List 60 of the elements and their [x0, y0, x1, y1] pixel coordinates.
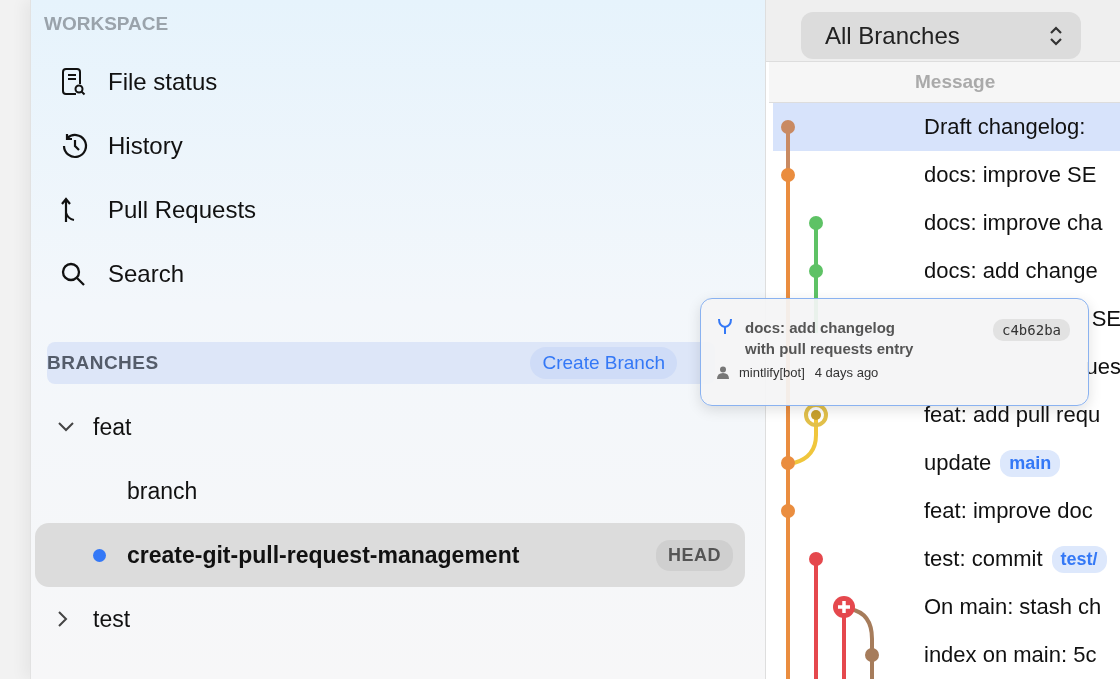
sidebar-item[interactable]: Search — [108, 260, 185, 288]
sidebar-item[interactable]: File status — [108, 68, 218, 96]
history-icon — [60, 132, 90, 160]
commit-node — [781, 168, 795, 182]
commit-message: index on main: 5c — [924, 642, 1097, 668]
commit-node — [809, 264, 823, 278]
commit-message: feat: improve doc — [924, 498, 1093, 524]
branch-name: feat — [93, 413, 132, 441]
current-dot — [93, 548, 106, 562]
up-down-chevron-icon — [1049, 24, 1063, 47]
branch-row[interactable]: test — [35, 587, 745, 651]
person-icon — [717, 366, 729, 379]
branch-filter-dropdown[interactable]: All Branches — [801, 12, 1081, 59]
commit-row[interactable]: index on main: 5c — [773, 631, 1120, 679]
sidebar-item[interactable]: Pull Requests — [108, 196, 257, 224]
document-search-icon — [60, 67, 86, 97]
commit-message: Draft changelog: — [924, 114, 1086, 140]
commit-row[interactable]: docs: add change — [773, 247, 1120, 295]
commit-row[interactable]: Draft changelog: — [773, 103, 1120, 151]
search-icon — [60, 261, 86, 287]
branch-name: test — [93, 605, 131, 633]
commit-row[interactable]: On main: stash ch — [773, 583, 1120, 631]
commit-hash: c4b62ba — [993, 319, 1070, 341]
commit-node — [809, 216, 823, 230]
head-badge: HEAD — [656, 539, 733, 571]
chevron-right-icon[interactable] — [57, 610, 69, 628]
commit-row[interactable]: feat: improve doc — [773, 487, 1120, 535]
commit-message: On main: stash ch — [924, 594, 1102, 620]
commit-node — [781, 120, 795, 134]
commit-node — [804, 403, 828, 427]
section-heading: WORKSPACE — [44, 13, 169, 35]
fork-icon — [717, 317, 733, 335]
sidebar-item[interactable]: History — [108, 132, 183, 160]
commit-message: docs: improve SE — [924, 162, 1097, 188]
chevron-down-icon[interactable] — [57, 421, 75, 433]
branch-name: create-git-pull-request-management — [127, 541, 520, 569]
commit-message: update — [924, 450, 992, 476]
commit-author: mintlify[bot] — [739, 365, 805, 380]
branch-row[interactable]: create-git-pull-request-management HEAD — [35, 523, 745, 587]
branch-row[interactable]: feat — [35, 395, 745, 459]
branch-tag: test/ — [1051, 545, 1107, 573]
commit-message: docs: improve cha — [924, 210, 1103, 236]
commit-node — [781, 456, 795, 470]
stash-node — [833, 596, 855, 618]
commit-node — [865, 648, 879, 662]
commit-row[interactable]: update main — [773, 439, 1120, 487]
branch-name: branch — [127, 477, 198, 505]
branch-row[interactable]: branch — [35, 459, 745, 523]
commit-message: docs: add change — [924, 258, 1098, 284]
commit-time: 4 days ago — [814, 365, 879, 380]
branch-tag: main — [1000, 449, 1061, 477]
commit-node — [781, 504, 795, 518]
commit-row[interactable]: docs: improve SE — [773, 151, 1120, 199]
commit-message: feat: add pull requ — [924, 402, 1101, 428]
commit-node — [809, 552, 823, 566]
section-heading: BRANCHES — [47, 352, 159, 374]
commit-row[interactable]: test: commit test/ — [773, 535, 1120, 583]
commit-message: test: commit — [924, 546, 1043, 572]
commit-title: docs: add changelog with pull requests entry — [745, 318, 914, 359]
commit-row[interactable]: docs: improve cha — [773, 199, 1120, 247]
